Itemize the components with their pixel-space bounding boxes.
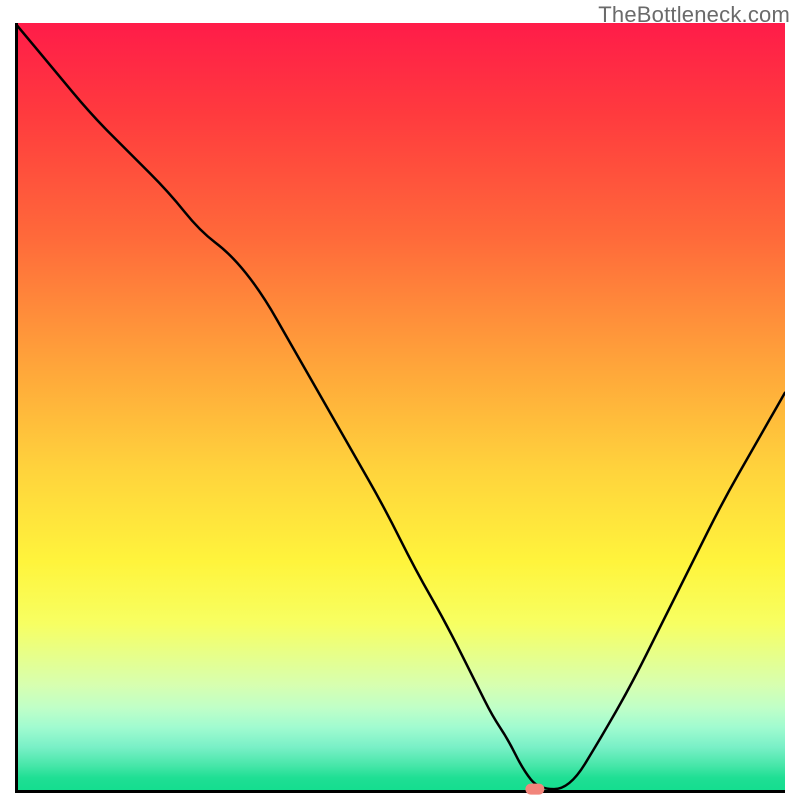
chart-container: TheBottleneck.com: [0, 0, 800, 800]
bottleneck-curve: [15, 23, 785, 789]
plot-area: [15, 23, 785, 793]
curve-svg: [15, 23, 785, 793]
minimum-marker: [525, 784, 544, 795]
